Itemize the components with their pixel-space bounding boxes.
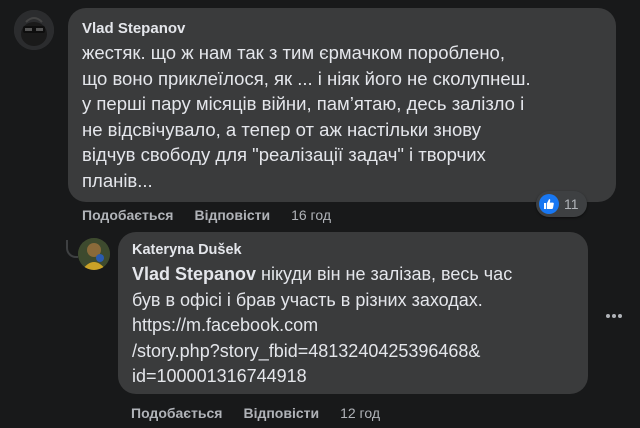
reply-bubble: Kateryna Dušek Vlad Stepanov нікуди він … — [118, 232, 588, 394]
reply-actions: Подобається Відповісти 12 год — [131, 405, 380, 421]
comment-bubble: Vlad Stepanov жестяк. що ж нам так з тим… — [68, 8, 616, 202]
comment-text-line: не відсвічувало, а тепер от аж настільки… — [82, 118, 481, 140]
comment-text-line: планів... — [82, 169, 153, 191]
reply-link-line[interactable]: https://m.facebook.com — [132, 315, 318, 335]
avatar-vlad[interactable] — [14, 10, 54, 50]
comment-text-line: що воно приклеїлося, як ... і ніяк його … — [82, 67, 531, 89]
more-horizontal-icon[interactable] — [602, 304, 626, 328]
reply-link-line[interactable]: /story.php?story_fbid=4813240425396468& — [132, 341, 480, 361]
comment-text-line: відчув свободу для "реалізації задач" і … — [82, 144, 486, 165]
reply-timestamp[interactable]: 12 год — [340, 405, 380, 421]
reply-like-button[interactable]: Подобається — [131, 405, 222, 421]
comment-author[interactable]: Vlad Stepanov — [82, 20, 185, 37]
thread-connector — [66, 240, 78, 258]
reply-button[interactable]: Відповісти — [194, 207, 270, 223]
comment-timestamp[interactable]: 16 год — [291, 207, 331, 223]
reply-author[interactable]: Kateryna Dušek — [132, 242, 242, 258]
reaction-count: 11 — [564, 196, 579, 212]
reply-link-line[interactable]: id=100001316744918 — [132, 366, 307, 386]
reply-text-line: був в офісі і брав участь в різних заход… — [132, 289, 483, 310]
like-button[interactable]: Подобається — [82, 207, 173, 223]
reply-reply-button[interactable]: Відповісти — [243, 405, 319, 421]
comment-text: жестяк. що ж нам так з тим єрмачком поро… — [82, 40, 531, 193]
like-icon — [539, 194, 559, 214]
comment-actions: Подобається Відповісти 16 год — [82, 207, 331, 223]
reaction-summary[interactable]: 11 — [536, 191, 587, 217]
comment-text-line: у перші пару місяців війни, пам’ятаю, де… — [82, 93, 525, 114]
reply-text-line: нікуди він не залізав, весь час — [256, 264, 513, 284]
mention-link[interactable]: Vlad Stepanov — [132, 264, 256, 284]
comment-text-line: жестяк. що ж нам так з тим єрмачком поро… — [82, 42, 505, 63]
avatar-kateryna[interactable] — [78, 238, 110, 270]
reply-text: Vlad Stepanov нікуди він не залізав, вес… — [132, 262, 512, 390]
